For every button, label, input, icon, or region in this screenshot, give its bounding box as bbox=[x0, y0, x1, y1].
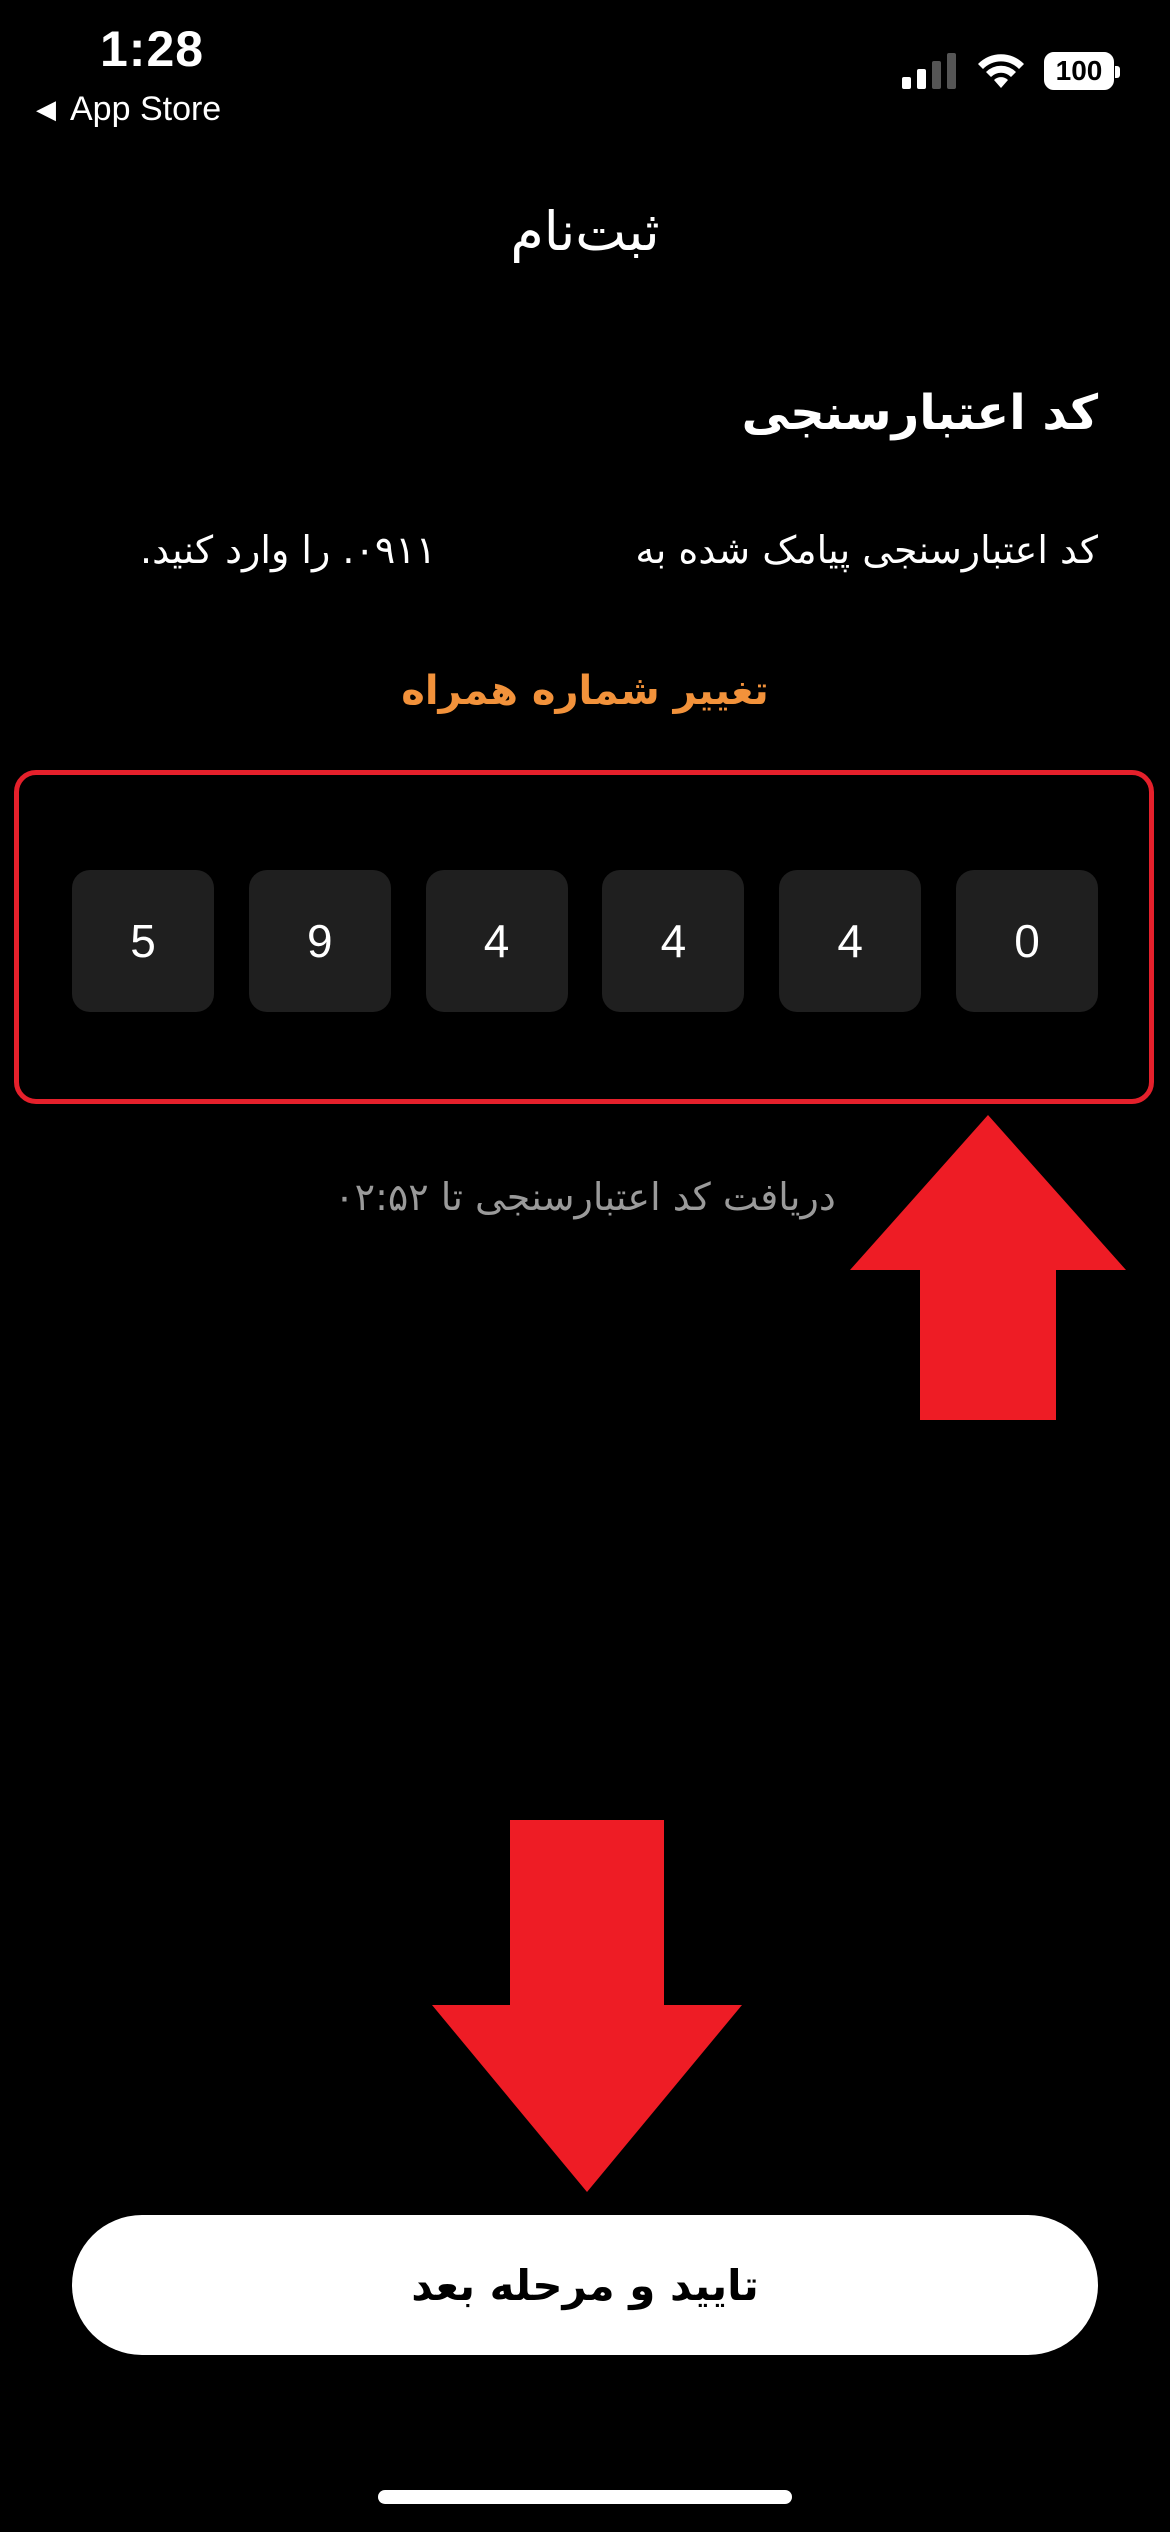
instruction-start: کد اعتبارسنجی پیامک شده به bbox=[635, 528, 1098, 572]
otp-digit-1[interactable]: 5 bbox=[72, 870, 214, 1012]
home-indicator[interactable] bbox=[378, 2490, 792, 2504]
otp-digit-5[interactable]: 4 bbox=[779, 870, 922, 1012]
instruction-text: کد اعتبارسنجی پیامک شده به ۰۹۱۱. را وارد… bbox=[140, 528, 1098, 572]
otp-digit-4[interactable]: 4 bbox=[602, 870, 745, 1012]
back-triangle-icon: ◀ bbox=[36, 94, 56, 124]
section-title: کد اعتبارسنجی bbox=[741, 385, 1098, 441]
wifi-icon bbox=[978, 54, 1024, 88]
otp-digit-6[interactable]: 0 bbox=[955, 870, 1098, 1012]
status-icons: 100 bbox=[902, 52, 1120, 90]
battery-icon: 100 bbox=[1044, 52, 1120, 90]
back-link-label: App Store bbox=[70, 90, 222, 128]
status-time: 1:28 bbox=[100, 21, 205, 77]
otp-input-row: 5 9 4 4 4 0 bbox=[72, 870, 1098, 1012]
back-to-app-store-link[interactable]: ◀ App Store bbox=[36, 90, 221, 129]
otp-digit-3[interactable]: 4 bbox=[425, 870, 568, 1012]
confirm-next-button[interactable]: تایید و مرحله بعد bbox=[72, 2215, 1098, 2355]
red-arrow-up-icon bbox=[850, 1115, 1126, 1420]
change-number-link[interactable]: تغییر شماره همراه bbox=[0, 668, 1170, 714]
instruction-end: ۰۹۱۱. را وارد کنید. bbox=[140, 528, 437, 572]
otp-digit-2[interactable]: 9 bbox=[248, 870, 391, 1012]
cellular-signal-icon bbox=[902, 53, 956, 89]
red-arrow-down-icon bbox=[432, 1820, 742, 2192]
page-title: ثبت‌نام bbox=[510, 200, 660, 263]
